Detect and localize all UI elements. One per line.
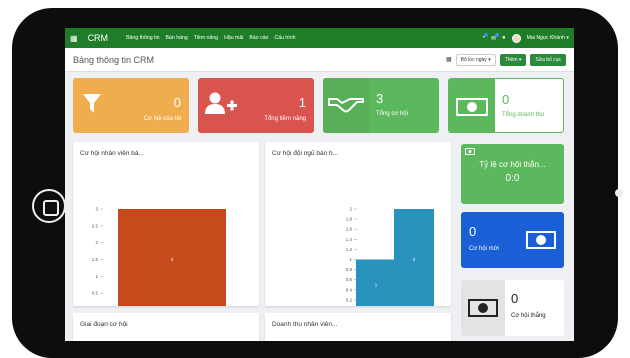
calendar-icon[interactable]: ▦ [446,56,452,63]
y-tick-label: 0.2 [346,297,353,302]
tile-value: 1 [298,95,306,110]
brand-name[interactable]: CRM [88,33,109,43]
top-navbar: ▦ CRM Bảng thông tin Bán hàng Tiềm năng … [65,28,574,48]
crm-screen: ▦ CRM Bảng thông tin Bán hàng Tiềm năng … [65,28,574,341]
chart-panel-by-team: Cơ hội đội ngũ bán h... 00.20.40.60.811.… [265,142,451,306]
y-tick-label: 1.8 [346,217,353,222]
avatar[interactable] [511,33,521,43]
menu-item-aftersales[interactable]: Hậu mãi [224,35,243,41]
tile-value: 0 [511,291,519,306]
y-tick-label: 2.5 [92,223,99,228]
tile-value: 0 [469,224,477,239]
menu-item-sales[interactable]: Bán hàng [166,35,188,41]
tile-label: Cơ hội của tôi [143,116,181,122]
tile-title: Tỷ lệ cơ hội thắn... [479,160,546,169]
date-filter-button[interactable]: Bộ lọc ngày ▾ [455,53,496,66]
money-bill-icon [468,299,498,317]
help-icon[interactable]: ● [502,35,506,41]
y-tick-label: 1.2 [346,247,353,252]
money-bill-icon [465,148,475,155]
edit-layout-button[interactable]: Sửa bố cục [530,53,566,66]
tile-value: 3 [376,91,384,106]
y-tick-label: 1.5 [92,257,99,262]
apps-grid-icon[interactable]: ▦ [70,34,78,43]
navbar-right: ◔ ✉ ● Mai Ngọc Khánh ▾ [481,32,569,43]
tile-total-leads[interactable]: 1 Tổng tiềm năng [198,78,314,133]
menu-item-reports[interactable]: Báo cáo [249,35,268,41]
menu-item-dashboard[interactable]: Bảng thông tin [126,35,159,41]
tile-value: 0 [173,95,181,110]
y-tick-label: 0.6 [346,277,353,282]
tile-won-opportunities[interactable]: 0 Cơ hội thắng [461,280,564,336]
tile-label: Cơ hội thắng [511,313,546,319]
tile-label: Tổng cơ hội [376,111,408,117]
y-tick-label: 2 [349,207,352,212]
tile-total-revenue[interactable]: 0 Tổng doanh thu [448,78,564,133]
tile-win-rate[interactable]: Tỷ lệ cơ hội thắn... 0:0 [461,144,564,204]
y-tick-label: 0.8 [346,267,353,272]
toolbar-actions: ▦ Bộ lọc ngày ▾ Thêm ▾ Sửa bố cục [446,53,566,66]
y-tick-label: 0.5 [92,291,99,296]
y-tick-label: 3 [95,207,98,212]
panel-revenue-by-salesperson: Doanh thu nhân viên... [265,313,451,341]
y-tick-label: 0.4 [346,287,353,292]
menu-item-leads[interactable]: Tiềm năng [194,35,218,41]
money-bill-icon [526,231,556,249]
y-tick-label: 1.6 [346,227,353,232]
main-menu: Bảng thông tin Bán hàng Tiềm năng Hậu mã… [126,35,295,41]
panel-opportunity-stages: Giai đoạn cơ hội [73,313,259,341]
tile-label: Tổng tiềm năng [264,116,306,122]
bar-chart-team: 00.20.40.60.811.21.41.61.821Việt Nam - M… [346,207,434,306]
tile-label: Cơ hội mới [469,246,499,252]
y-tick-label: 2 [95,240,98,245]
bar-chart-salesperson: 00.511.522.533Admin [92,207,226,306]
tile-value: 0 [502,92,510,107]
y-tick-label: 1 [349,257,352,262]
panel-title: Giai đoạn cơ hội [80,321,128,328]
user-menu[interactable]: Mai Ngọc Khánh ▾ [527,35,569,41]
page-title: Bảng thông tin CRM [73,54,155,65]
tile-my-opportunities[interactable]: 0 Cơ hội của tôi [73,78,189,133]
add-user-icon [205,92,237,114]
menu-item-config[interactable]: Cấu hình [274,35,295,41]
y-tick-label: 1.4 [346,237,353,242]
funnel-icon [83,94,101,113]
activity-icon[interactable]: ◔ [481,33,488,41]
money-bill-icon [456,98,488,116]
camera-dot [615,189,623,197]
chat-icon[interactable]: ✉ [491,32,499,42]
tile-total-opportunities[interactable]: 3 Tổng cơ hội [323,78,439,133]
date-filter-label: Bộ lọc ngày [460,56,487,63]
chart-panel-by-salesperson: Cơ hội nhân viên bá... 00.511.522.533Adm… [73,142,259,306]
panel-title: Doanh thu nhân viên... [272,321,338,328]
tile-value: 0:0 [505,173,520,184]
add-button[interactable]: Thêm ▾ [499,53,527,66]
page-toolbar: Bảng thông tin CRM ▦ Bộ lọc ngày ▾ Thêm … [65,48,574,72]
tile-label: Tổng doanh thu [502,112,545,118]
handshake-icon [328,98,364,113]
tile-new-opportunities[interactable]: 0 Cơ hội mới [461,212,564,268]
y-tick-label: 1 [95,274,98,279]
home-button[interactable] [32,189,66,223]
